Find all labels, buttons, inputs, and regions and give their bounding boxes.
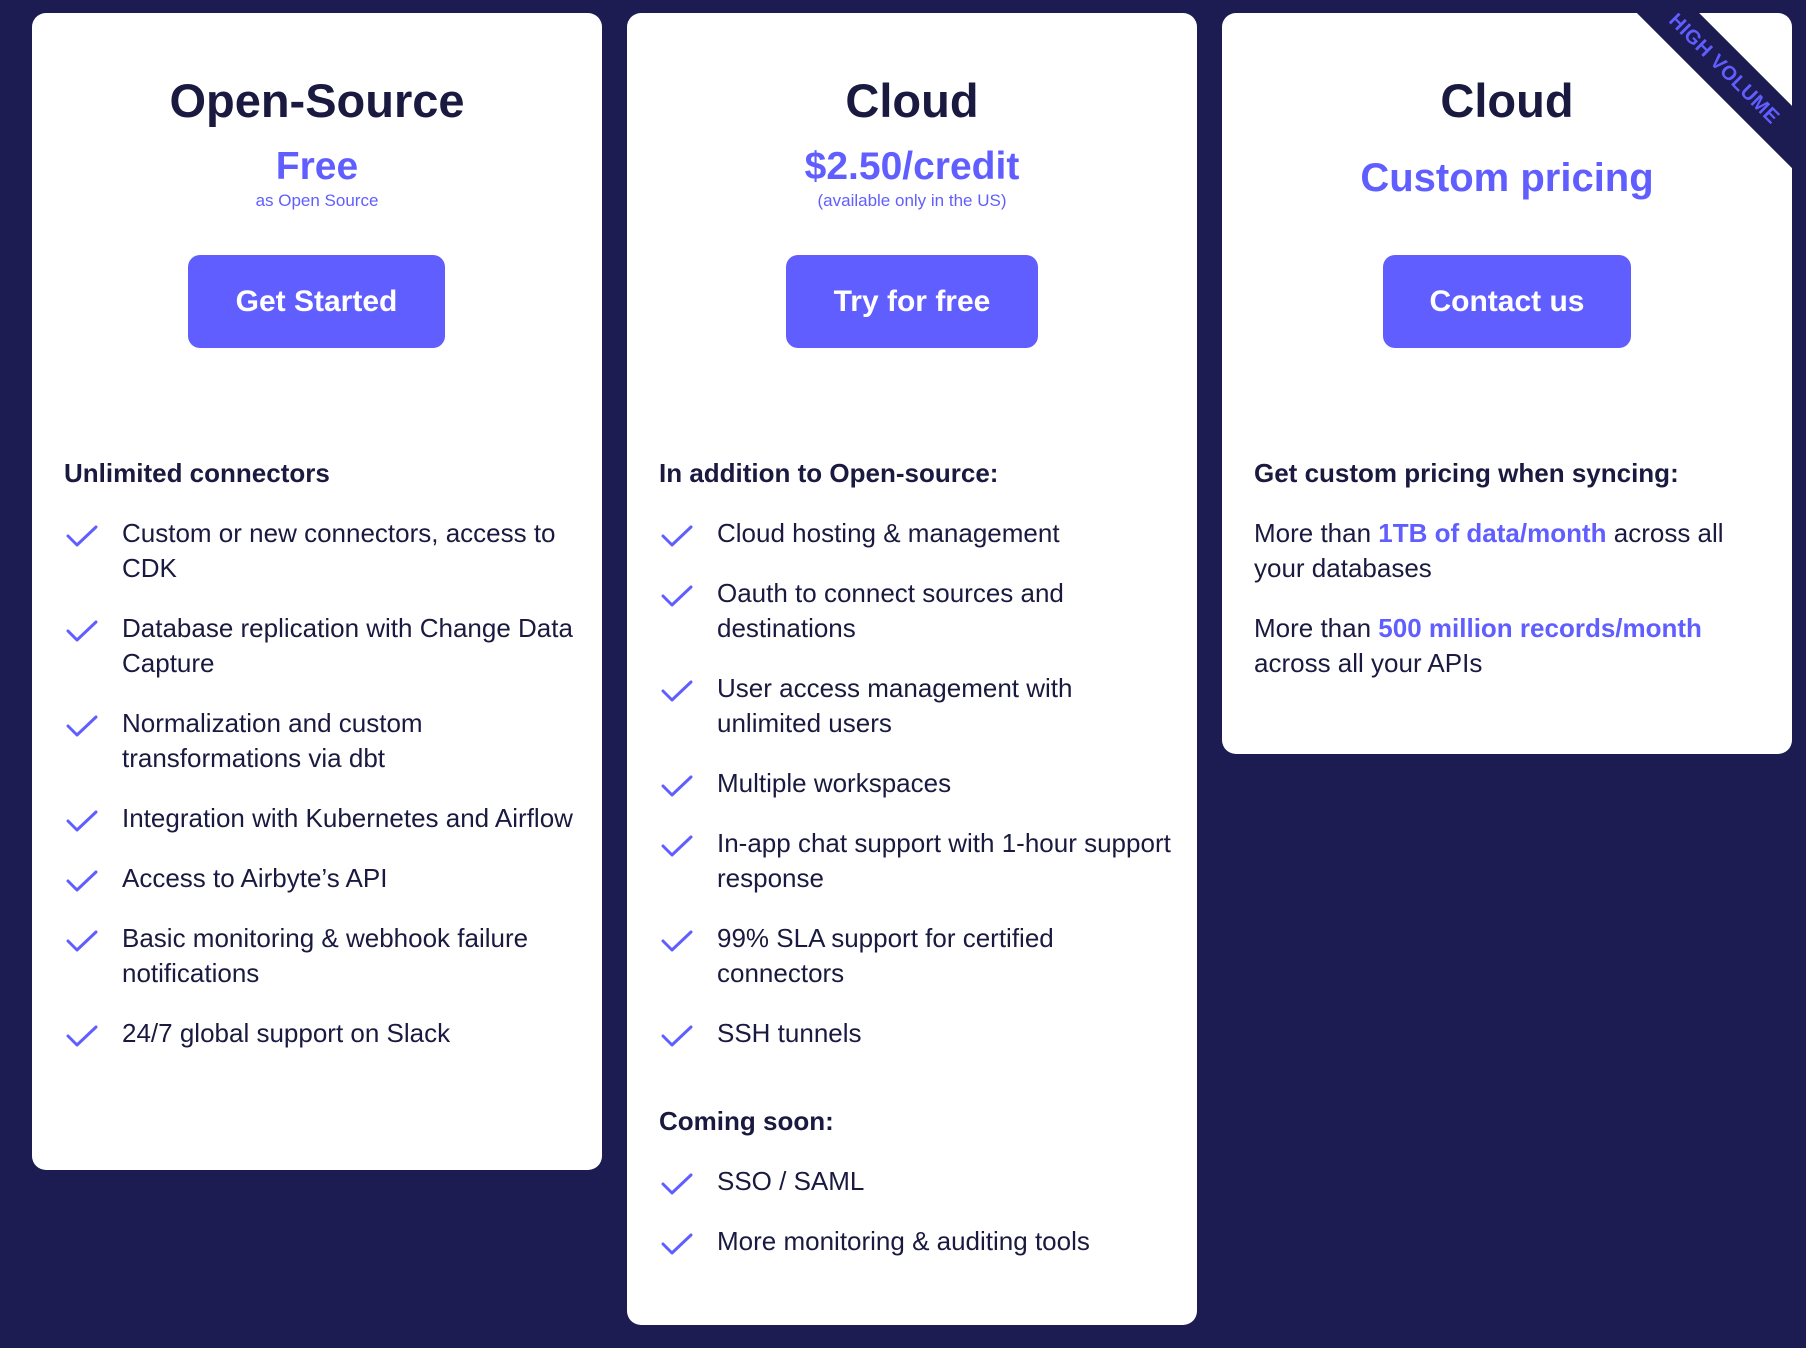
feature-text: More monitoring & auditing tools	[717, 1226, 1090, 1256]
list-item: 24/7 global support on Slack	[64, 1016, 582, 1051]
list-item: SSH tunnels	[659, 1016, 1177, 1051]
try-for-free-button[interactable]: Try for free	[786, 255, 1038, 348]
plan-price: $2.50/credit	[804, 145, 1020, 188]
plan-price: Free	[275, 145, 359, 188]
pricing-card-high-volume: HIGH VOLUME Cloud Custom pricing Contact…	[1222, 13, 1792, 754]
criterion-highlight: 1TB of data/month	[1378, 518, 1607, 548]
checkmark-icon	[66, 525, 98, 547]
criterion-suffix: across all your APIs	[1254, 648, 1483, 678]
checkmark-icon	[66, 810, 98, 832]
checkmark-icon	[661, 1173, 693, 1195]
list-item: More monitoring & auditing tools	[659, 1224, 1177, 1259]
list-item: 99% SLA support for certified connectors	[659, 921, 1177, 991]
pricing-card-open-source: Open-Source Free as Open Source Get Star…	[32, 13, 602, 1170]
plan-title: Open-Source	[169, 74, 465, 127]
checkmark-icon	[66, 715, 98, 737]
criterion-prefix: More than	[1254, 518, 1379, 548]
list-item: Access to Airbyte’s API	[64, 861, 582, 896]
list-item: In-app chat support with 1-hour support …	[659, 826, 1177, 896]
section-heading: Unlimited connectors	[64, 458, 330, 488]
list-item: Oauth to connect sources and destination…	[659, 576, 1177, 646]
feature-text: 99% SLA support for certified connectors	[717, 923, 1054, 988]
feature-text: Basic monitoring & webhook failure notif…	[122, 923, 529, 988]
checkmark-icon	[661, 680, 693, 702]
feature-text: Cloud hosting & management	[717, 518, 1060, 548]
section-heading: In addition to Open-source:	[659, 458, 999, 488]
feature-list: Custom or new connectors, access to CDK …	[64, 516, 582, 1076]
list-item: User access management with unlimited us…	[659, 671, 1177, 741]
volume-criterion-data: More than 1TB of data/month across all y…	[1254, 516, 1764, 586]
list-item: Multiple workspaces	[659, 766, 1177, 801]
checkmark-icon	[661, 525, 693, 547]
checkmark-icon	[661, 1233, 693, 1255]
checkmark-icon	[66, 1025, 98, 1047]
checkmark-icon	[66, 620, 98, 642]
feature-list: Cloud hosting & management Oauth to conn…	[659, 516, 1177, 1076]
section-heading: Get custom pricing when syncing:	[1254, 458, 1679, 488]
plan-title: Cloud	[1440, 74, 1574, 127]
checkmark-icon	[661, 835, 693, 857]
feature-text: Integration with Kubernetes and Airflow	[122, 803, 573, 833]
criterion-highlight: 500 million records/month	[1378, 613, 1702, 643]
list-item: Cloud hosting & management	[659, 516, 1177, 551]
plan-price: Custom pricing	[1360, 156, 1654, 200]
checkmark-icon	[661, 930, 693, 952]
checkmark-icon	[661, 1025, 693, 1047]
list-item: Integration with Kubernetes and Airflow	[64, 801, 582, 836]
plan-price-note: (available only in the US)	[817, 191, 1007, 210]
checkmark-icon	[66, 930, 98, 952]
feature-text: User access management with unlimited us…	[717, 673, 1073, 738]
feature-text: SSO / SAML	[717, 1166, 865, 1196]
feature-text: 24/7 global support on Slack	[122, 1018, 451, 1048]
checkmark-icon	[661, 775, 693, 797]
feature-text: Access to Airbyte’s API	[122, 863, 388, 893]
contact-us-button[interactable]: Contact us	[1383, 255, 1631, 348]
plan-title: Cloud	[845, 74, 979, 127]
feature-text: In-app chat support with 1-hour support …	[717, 828, 1171, 893]
list-item: Normalization and custom transformations…	[64, 706, 582, 776]
pricing-card-cloud: Cloud $2.50/credit (available only in th…	[627, 13, 1197, 1325]
list-item: Database replication with Change Data Ca…	[64, 611, 582, 681]
checkmark-icon	[66, 870, 98, 892]
checkmark-icon	[661, 585, 693, 607]
feature-text: Oauth to connect sources and destination…	[717, 578, 1064, 643]
volume-criterion-records: More than 500 million records/month acro…	[1254, 611, 1764, 681]
feature-text: Multiple workspaces	[717, 768, 952, 798]
list-item: Basic monitoring & webhook failure notif…	[64, 921, 582, 991]
coming-soon-list: SSO / SAML More monitoring & auditing to…	[659, 1164, 1177, 1284]
list-item: Custom or new connectors, access to CDK	[64, 516, 582, 586]
get-started-button[interactable]: Get Started	[188, 255, 445, 348]
coming-soon-heading: Coming soon:	[659, 1106, 834, 1136]
feature-text: Database replication with Change Data Ca…	[122, 613, 573, 678]
feature-text: Custom or new connectors, access to CDK	[122, 518, 556, 583]
list-item: SSO / SAML	[659, 1164, 1177, 1199]
criterion-prefix: More than	[1254, 613, 1379, 643]
feature-text: SSH tunnels	[717, 1018, 862, 1048]
feature-text: Normalization and custom transformations…	[122, 708, 423, 773]
plan-price-note: as Open Source	[255, 191, 379, 210]
